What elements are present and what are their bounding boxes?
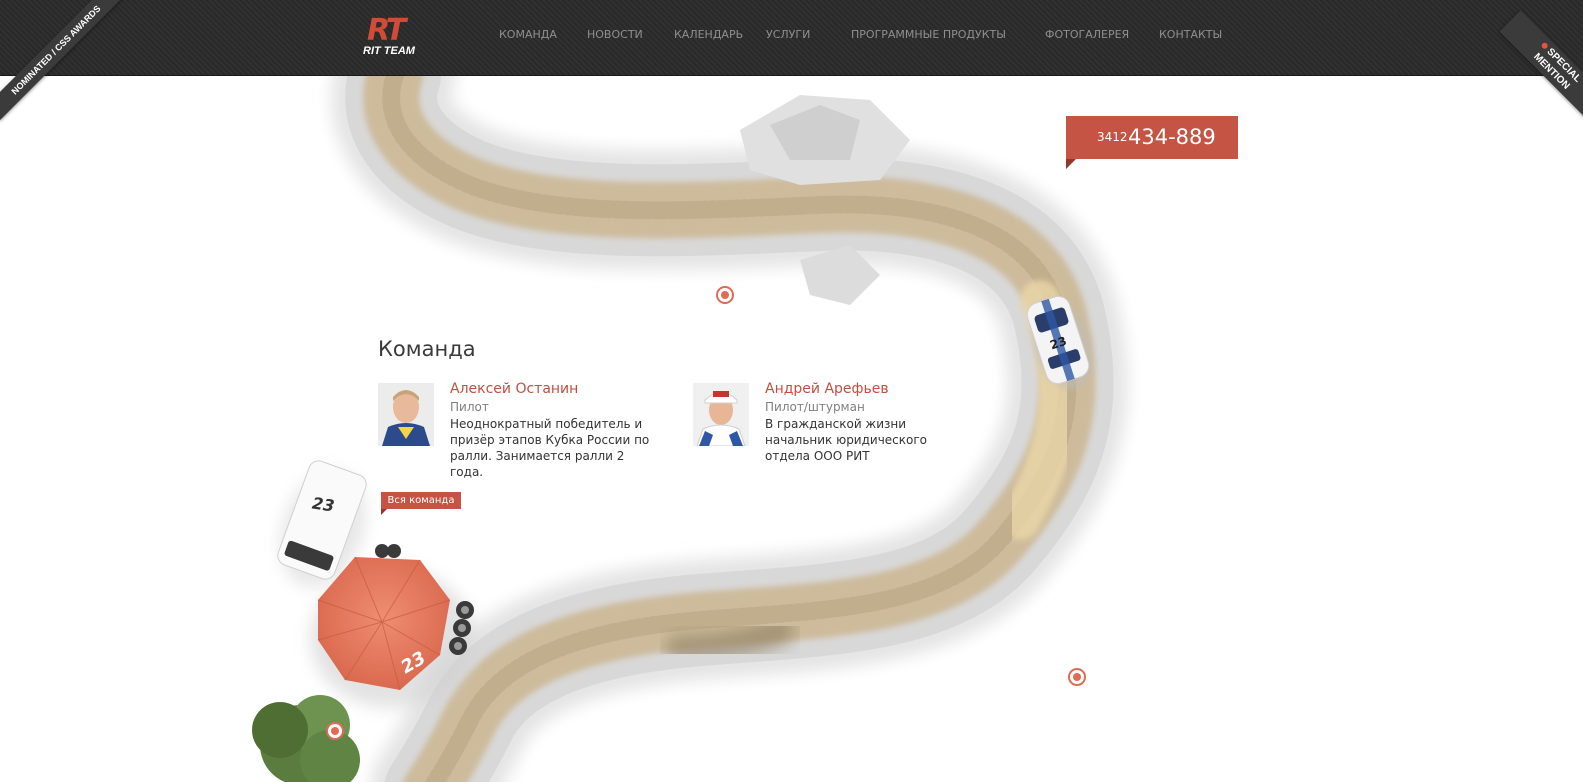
nav-item-services[interactable]: УСЛУГИ [766, 28, 810, 41]
phone-badge-tail [1066, 159, 1076, 169]
nav-item-news[interactable]: НОВОСТИ [587, 28, 643, 41]
logo-mark-text: RT [367, 13, 406, 48]
avatar-pilot-icon [378, 383, 434, 446]
member-photo-arefyev[interactable] [693, 383, 749, 446]
phone-code: 3412 [1097, 130, 1128, 144]
nav-item-contacts[interactable]: КОНТАКТЫ [1159, 28, 1222, 41]
all-team-button-tail [381, 509, 387, 515]
avatar-copilot-icon [693, 383, 749, 446]
phone-number: 434-889 [1128, 125, 1216, 149]
member-name[interactable]: Андрей Арефьев [765, 381, 889, 397]
tree [252, 695, 360, 782]
nav-item-team[interactable]: КОМАНДА [499, 28, 557, 41]
team-section-title: Команда [378, 337, 476, 361]
all-team-button[interactable]: Вся команда [381, 492, 461, 515]
nav-item-software[interactable]: ПРОГРАММНЫЕ ПРОДУКТЫ [851, 28, 1006, 41]
member-photo-ostanin[interactable] [378, 383, 434, 446]
umbrella: 23 [310, 556, 474, 708]
phone-badge: 3412 434-889 [1066, 116, 1238, 169]
logo-mark: RT [367, 13, 406, 48]
nav-item-calendar[interactable]: КАЛЕНДАРЬ [674, 28, 743, 41]
page: 23 23 23 RT RIT TEAM КОМАНДА НОВОСТИ КАЛ… [0, 0, 1583, 782]
member-bio: Неоднократный победитель и призёр этапов… [450, 417, 650, 479]
all-team-button-label: Вся команда [387, 495, 455, 506]
member-name[interactable]: Алексей Останин [450, 381, 578, 397]
award-dot-icon [1540, 41, 1549, 50]
nav-item-gallery[interactable]: ФОТОГАЛЕРЕЯ [1045, 28, 1129, 41]
member-role: Пилот/штурман [765, 400, 865, 414]
track-marker-icon[interactable] [326, 722, 344, 740]
track-marker-icon[interactable] [716, 286, 734, 304]
svg-text:23: 23 [311, 494, 336, 516]
track-marker-icon[interactable] [1068, 668, 1086, 686]
site-header: RT RIT TEAM КОМАНДА НОВОСТИ КАЛЕНДАРЬ УС… [0, 0, 1583, 76]
member-role: Пилот [450, 400, 489, 414]
rit-team-logo[interactable]: RT RIT TEAM [361, 16, 461, 58]
member-bio: В гражданской жизни начальник юридическо… [765, 417, 928, 463]
logo-subtitle: RIT TEAM [363, 45, 415, 57]
